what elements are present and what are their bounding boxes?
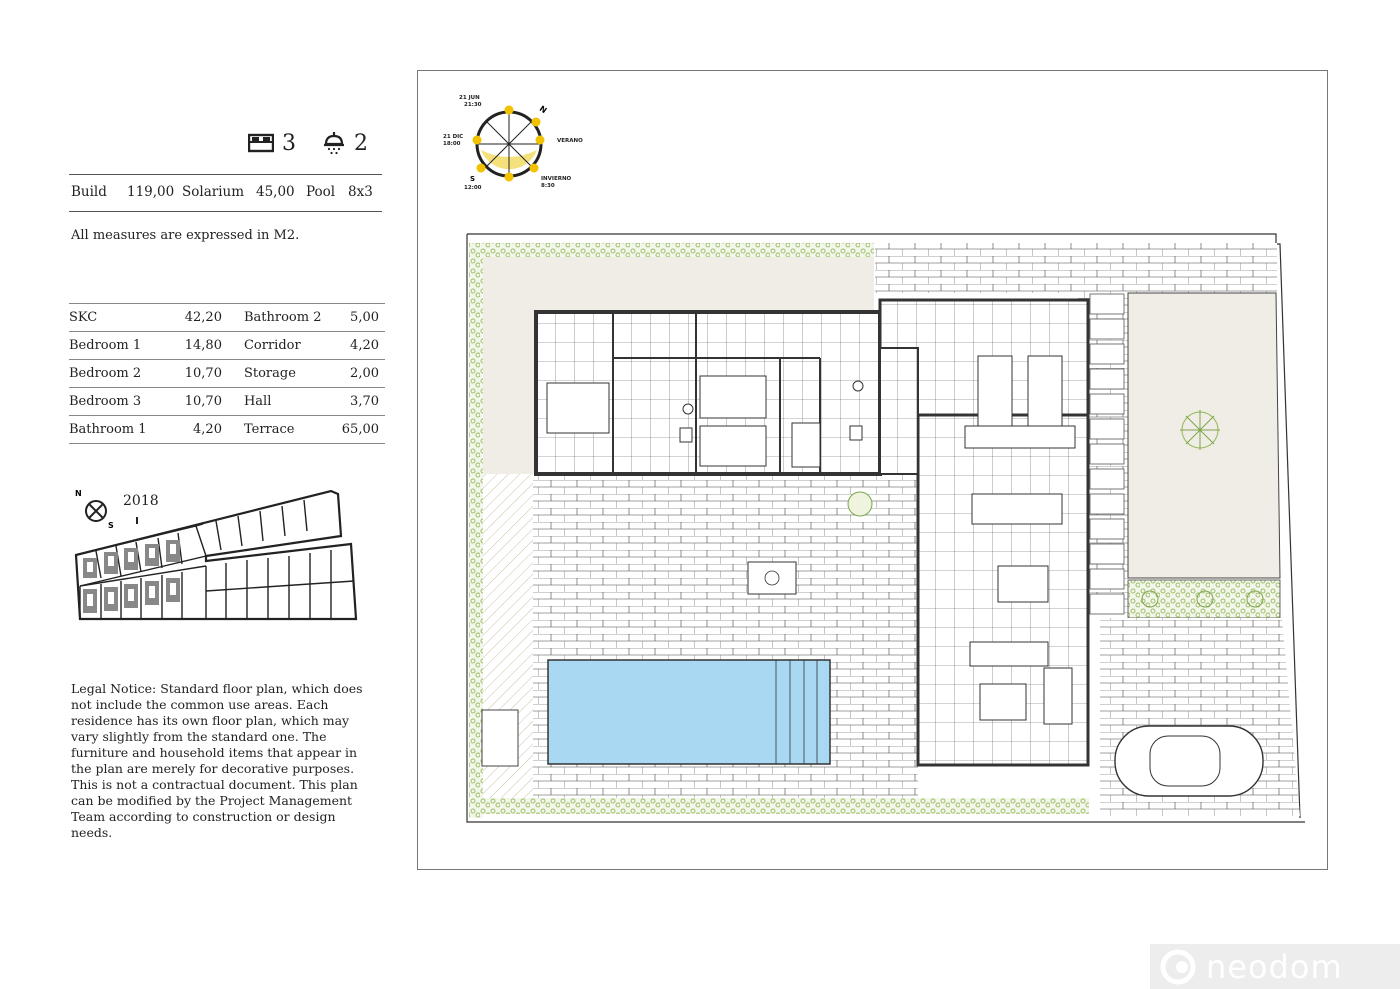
room-row: Bedroom 1 14,80 Corridor 4,20 <box>69 331 385 360</box>
hedge-left <box>469 243 483 818</box>
pool-label: Pool <box>306 184 336 200</box>
feature-icons: 3 2 <box>248 128 394 158</box>
hedge-bottom <box>469 798 1089 814</box>
compass-verano: VERANO <box>557 138 583 144</box>
area-summary: Build 119,00 Solarium 45,00 Pool 8x3 <box>71 184 373 200</box>
room-row: Bedroom 3 10,70 Hall 3,70 <box>69 387 385 416</box>
site-north-label: N <box>75 489 82 498</box>
room-area: 2,00 <box>332 359 385 388</box>
dining-table <box>997 565 1049 603</box>
solarium-value: 45,00 <box>256 184 295 200</box>
sun-path-compass: 21 JUN 21:30 21 DIC 18:00 VERANO INVIERN… <box>443 95 583 191</box>
compass-jun: 21 JUN <box>459 95 480 101</box>
room-area: 4,20 <box>332 331 385 360</box>
room-area: 14,80 <box>163 331 244 360</box>
shower-icon <box>324 132 344 155</box>
room-area: 10,70 <box>163 387 244 416</box>
bedroom-count: 3 <box>282 130 296 156</box>
compass-dec-time: 18:00 <box>443 141 461 147</box>
room-area: 5,00 <box>332 303 385 332</box>
room-row: Bathroom 1 4,20 Terrace 65,00 <box>69 415 385 444</box>
watermark-brand: neodom <box>1206 947 1343 986</box>
build-label: Build <box>71 184 107 200</box>
room-area: 42,20 <box>163 303 244 332</box>
floor-plan <box>466 233 1305 823</box>
car-icon <box>1114 725 1264 797</box>
room-name: Storage <box>243 359 333 388</box>
room-name: Terrace <box>243 415 333 444</box>
plant-icon <box>847 491 873 517</box>
watermark: neodom <box>1150 944 1400 989</box>
measures-note: All measures are expressed in M2. <box>71 228 300 243</box>
room-name: Bathroom 1 <box>69 415 164 444</box>
pool <box>547 659 831 765</box>
planter <box>1127 579 1281 619</box>
compass-dec: 21 DIC <box>443 134 463 140</box>
legal-notice: Legal Notice: Standard floor plan, which… <box>71 681 363 840</box>
room-area: 10,70 <box>163 359 244 388</box>
site-south-label: S <box>108 521 114 530</box>
paving-top <box>875 243 1277 293</box>
room-area: 4,20 <box>163 415 244 444</box>
bathroom-count: 2 <box>354 130 368 156</box>
room-name: Hall <box>243 387 333 416</box>
solarium-area <box>1127 292 1281 579</box>
kitchen-counter <box>971 493 1063 525</box>
pool-machine-room <box>481 709 519 767</box>
room-name: Bedroom 1 <box>69 331 164 360</box>
compass-invierno-time: 8:30 <box>541 183 555 189</box>
site-plan: N S <box>74 489 358 621</box>
coffee-table <box>979 683 1027 721</box>
hedge-top <box>469 243 874 257</box>
divider <box>69 211 382 212</box>
compass-south-time: 12:00 <box>464 185 482 191</box>
armchair <box>1043 667 1073 725</box>
room-name: Bedroom 2 <box>69 359 164 388</box>
compass-jun-time: 21:30 <box>464 102 482 108</box>
hall <box>879 347 919 475</box>
divider <box>69 174 382 175</box>
compass-north: N <box>538 104 549 115</box>
solarium-label: Solarium <box>182 184 245 200</box>
room-area: 3,70 <box>332 387 385 416</box>
room-areas-table: SKC 42,20 Bathroom 2 5,00 Bedroom 1 14,80 Corr… <box>69 303 385 444</box>
neodom-logo-icon <box>1160 949 1196 984</box>
room-row: SKC 42,20 Bathroom 2 5,00 <box>69 303 385 332</box>
compass-south: S <box>470 175 475 183</box>
outdoor-table <box>747 561 797 595</box>
storage-unit <box>964 425 1076 449</box>
pool-value: 8x3 <box>348 184 373 200</box>
room-area: 65,00 <box>332 415 385 444</box>
bed-icon <box>248 133 274 153</box>
room-name: Bedroom 3 <box>69 387 164 416</box>
room-name: Bathroom 2 <box>243 303 333 332</box>
room-name: Corridor <box>243 331 333 360</box>
room-name: SKC <box>69 303 164 332</box>
build-value: 119,00 <box>127 184 175 200</box>
compass-invierno: INVIERNO <box>541 176 572 182</box>
tv-unit <box>969 641 1049 667</box>
room-row: Bedroom 2 10,70 Storage 2,00 <box>69 359 385 388</box>
